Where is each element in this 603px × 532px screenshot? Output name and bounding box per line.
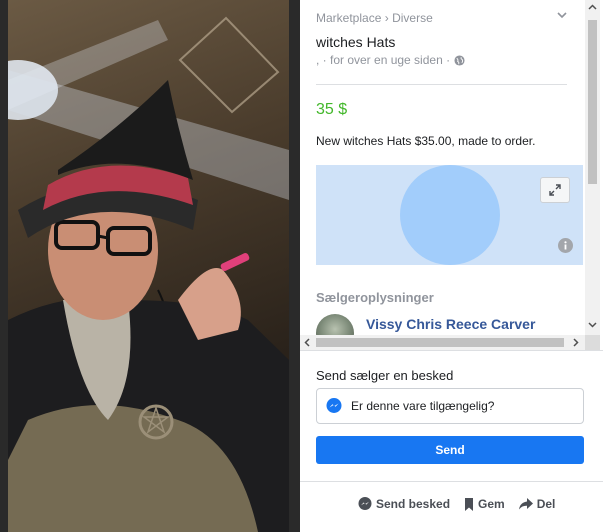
listing-photo-illustration — [8, 16, 289, 532]
divider — [300, 350, 603, 351]
breadcrumb: Marketplace › Diverse — [316, 11, 433, 25]
scroll-up-arrow-icon[interactable] — [588, 3, 597, 12]
listing-meta-text: , · for over en uge siden · — [316, 53, 451, 67]
save-button[interactable]: Gem — [464, 497, 505, 511]
seller-info-heading: Sælgeroplysninger — [316, 290, 434, 305]
bookmark-icon — [465, 497, 474, 511]
info-icon[interactable] — [558, 238, 573, 253]
divider — [300, 481, 603, 482]
horizontal-scrollbar[interactable] — [300, 335, 585, 350]
location-radius-circle — [400, 165, 500, 265]
listing-details-panel: Marketplace › Diverse witches Hats , · f… — [300, 0, 603, 532]
chevron-down-icon[interactable] — [556, 9, 568, 21]
listing-title: witches Hats — [316, 34, 396, 50]
listing-price: 35 $ — [316, 101, 348, 118]
listing-description: New witches Hats $35.00, made to order. — [316, 134, 536, 148]
action-bar: Send besked Gem Del — [358, 497, 569, 511]
vertical-scroll-thumb[interactable] — [588, 20, 597, 184]
seller-name-link[interactable]: Vissy Chris Reece Carver — [366, 316, 535, 332]
send-button[interactable]: Send — [316, 436, 584, 464]
share-icon — [518, 498, 533, 510]
share-label: Del — [536, 497, 556, 511]
location-map[interactable] — [316, 165, 583, 265]
vertical-scrollbar[interactable] — [585, 0, 600, 335]
messenger-icon — [358, 497, 372, 510]
expand-map-button[interactable] — [540, 177, 570, 203]
send-message-label: Send besked — [376, 497, 451, 511]
message-seller-label: Send sælger en besked — [316, 368, 454, 383]
scrollbar-corner — [585, 335, 600, 350]
globe-icon — [454, 54, 465, 66]
scroll-left-arrow-icon[interactable] — [303, 338, 312, 347]
breadcrumb-category[interactable]: Diverse — [392, 11, 433, 25]
scroll-right-arrow-icon[interactable] — [571, 338, 580, 347]
share-button[interactable]: Del — [518, 497, 556, 511]
listing-photo[interactable] — [8, 0, 289, 532]
divider — [316, 84, 567, 85]
message-input-text: Er denne vare tilgængelig? — [351, 399, 495, 413]
expand-icon — [549, 184, 561, 196]
horizontal-scroll-thumb[interactable] — [316, 338, 564, 347]
scroll-down-arrow-icon[interactable] — [588, 320, 597, 329]
listing-scroll-area[interactable]: Marketplace › Diverse witches Hats , · f… — [300, 0, 603, 335]
message-input[interactable]: Er denne vare tilgængelig? — [316, 388, 584, 424]
messenger-icon — [326, 398, 342, 413]
seller-avatar[interactable] — [316, 314, 354, 335]
breadcrumb-marketplace[interactable]: Marketplace — [316, 11, 381, 25]
breadcrumb-separator: › — [384, 11, 389, 25]
send-message-button[interactable]: Send besked — [358, 497, 450, 511]
save-label: Gem — [478, 497, 505, 511]
listing-meta: , · for over en uge siden · — [316, 53, 465, 67]
